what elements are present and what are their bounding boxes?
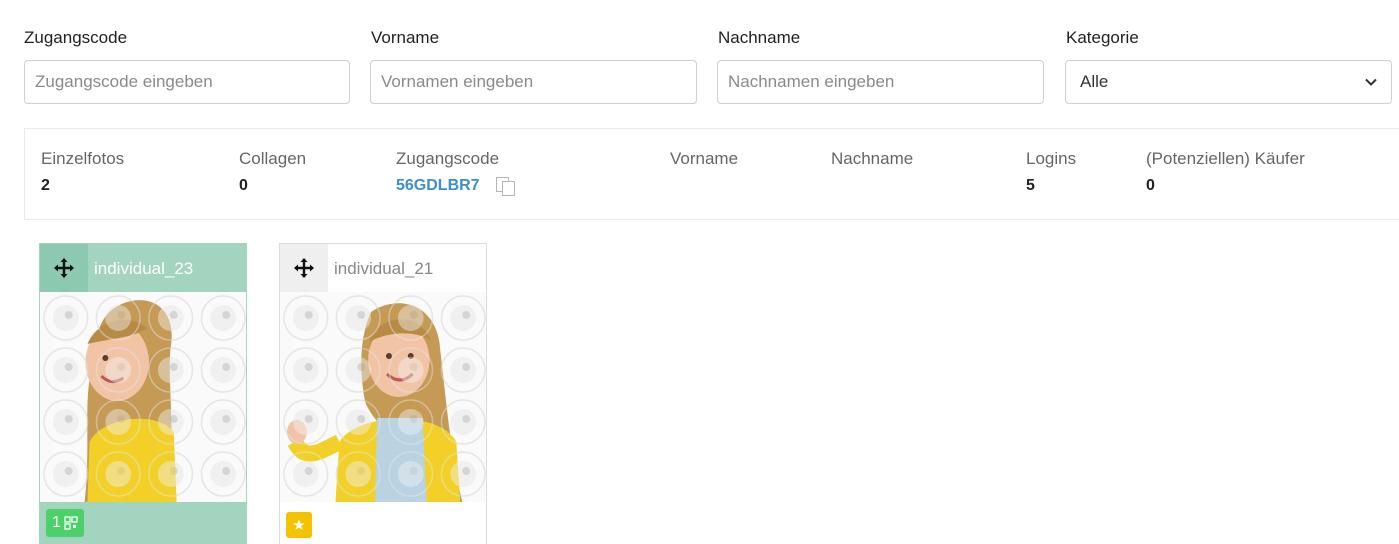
last-name-input[interactable]	[717, 60, 1044, 104]
access-code-link[interactable]: 56GDLBR7	[396, 177, 480, 195]
access-code-label: Zugangscode	[396, 149, 500, 168]
move-icon[interactable]	[280, 244, 328, 292]
order-count: 1	[52, 514, 61, 531]
buyers-value: 0	[1146, 177, 1155, 194]
last-name-label: Nachname	[831, 149, 914, 168]
logins-label: Logins	[1026, 149, 1077, 168]
access-code-filter-label: Zugangscode	[24, 28, 128, 47]
photo-thumbnail[interactable]	[40, 292, 246, 502]
collages-label: Collagen	[239, 149, 307, 168]
logins-value: 5	[1026, 177, 1035, 194]
single-photos-value: 2	[41, 177, 50, 194]
order-count-badge: 1	[46, 509, 84, 537]
photo-card[interactable]: individual_21 ★	[279, 243, 487, 544]
photo-thumbnail[interactable]	[280, 292, 486, 502]
category-selected-value: Alle	[1080, 72, 1109, 91]
access-code-input[interactable]	[24, 60, 350, 104]
first-name-stat: Vorname	[670, 149, 738, 177]
summary-bar: Einzelfotos 2 Collagen 0 Zugangscode 56G…	[24, 128, 1399, 220]
star-icon[interactable]: ★	[286, 512, 312, 538]
single-photos-stat: Einzelfotos 2	[41, 149, 124, 195]
category-select[interactable]: Alle	[1065, 60, 1392, 104]
collages-stat: Collagen 0	[239, 149, 306, 195]
photo-card[interactable]: individual_23 1	[39, 243, 247, 544]
buyers-stat: (Potenziellen) Käufer 0	[1146, 149, 1305, 195]
access-code-stat: Zugangscode 56GDLBR7	[396, 149, 516, 196]
last-name-filter-label: Nachname	[718, 28, 801, 47]
buyers-label: (Potenziellen) Käufer	[1146, 149, 1305, 168]
move-icon[interactable]	[40, 244, 88, 292]
single-photos-label: Einzelfotos	[41, 149, 125, 168]
last-name-stat: Nachname	[831, 149, 913, 177]
photo-title: individual_23	[94, 259, 194, 278]
first-name-filter-label: Vorname	[371, 28, 440, 47]
category-filter-label: Kategorie	[1066, 28, 1139, 47]
collages-value: 0	[239, 177, 248, 194]
first-name-label: Vorname	[670, 149, 739, 168]
photo-title: individual_21	[334, 259, 434, 278]
first-name-input[interactable]	[370, 60, 697, 104]
copy-icon[interactable]	[495, 177, 516, 196]
chevron-down-icon	[1365, 78, 1377, 86]
qr-code-icon	[64, 516, 78, 530]
logins-stat: Logins 5	[1026, 149, 1076, 195]
